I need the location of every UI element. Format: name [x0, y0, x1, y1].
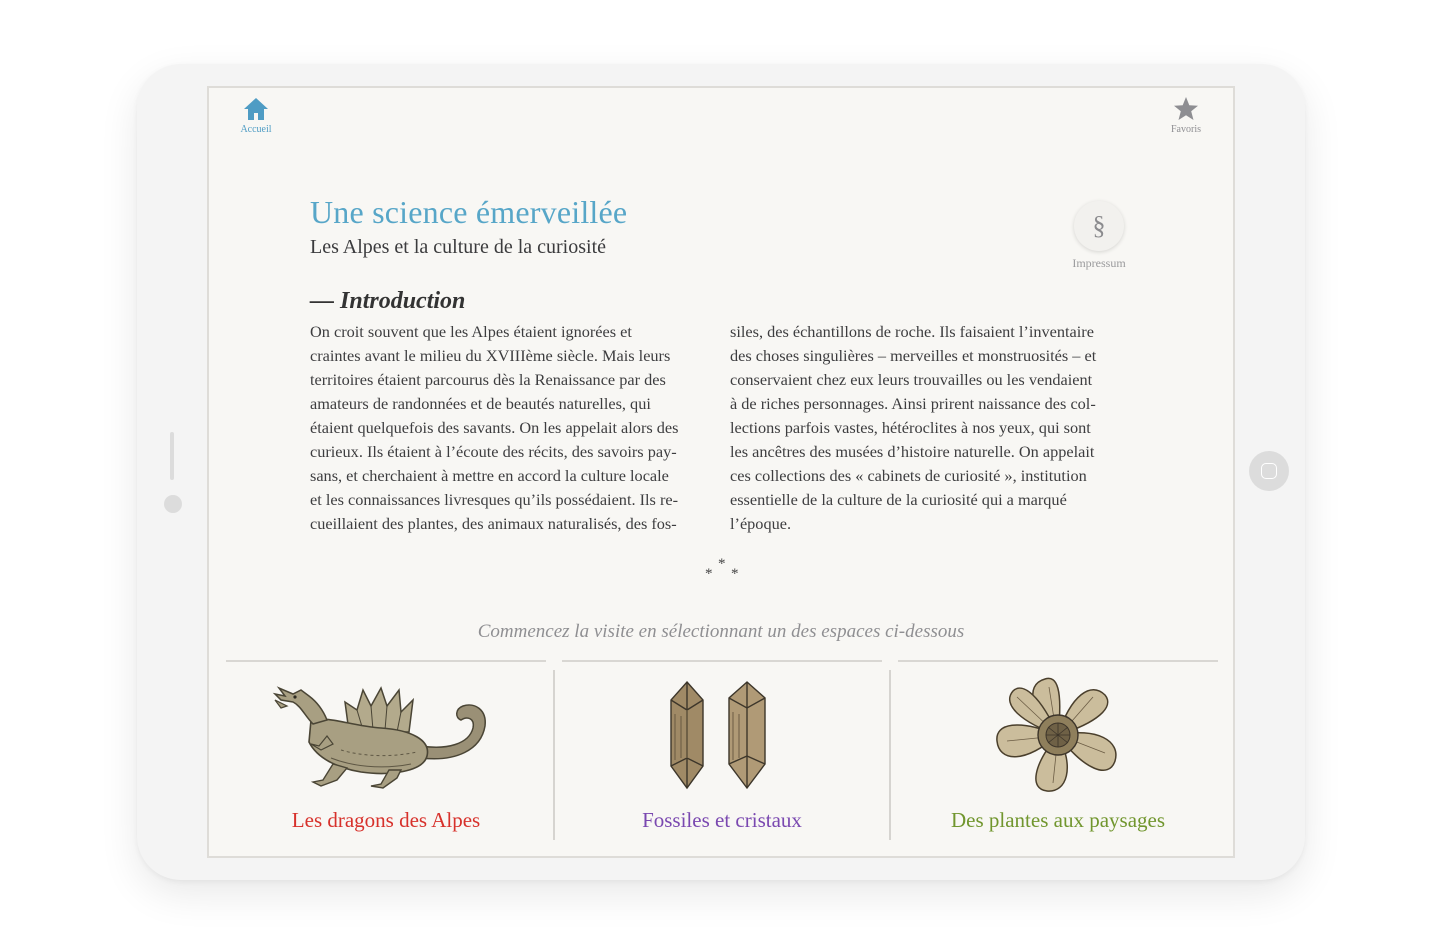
intro-line: des choses singulières – merveilles et m…	[730, 346, 1097, 365]
space-card-dragons[interactable]: Les dragons des Alpes	[222, 672, 550, 840]
intro-line: ces collections des « cabinets de curios…	[730, 466, 1087, 485]
intro-column-right: siles, des échantillons de roche. Ils fa…	[730, 320, 1136, 536]
home-icon	[244, 98, 268, 120]
tablet-side-indicator	[170, 432, 174, 480]
intro-line: siles, des échantillons de roche. Ils fa…	[730, 322, 1094, 341]
asterism-divider: * * *	[705, 556, 739, 582]
nav-favorites-label: Favoris	[1171, 124, 1201, 135]
space-card-plants[interactable]: Des plantes aux paysages	[894, 672, 1222, 840]
tablet-camera-dot	[164, 495, 182, 513]
impressum-button[interactable]: § Impressum	[1059, 201, 1139, 271]
space-label-crystals: Fossiles et cristaux	[642, 808, 802, 832]
space-card-crystals[interactable]: Fossiles et cristaux	[558, 672, 886, 840]
intro-line: cueillaient des plantes, des animaux nat…	[310, 514, 677, 533]
intro-line: amateurs de randonnées et de beautés nat…	[310, 394, 651, 413]
star-icon	[1174, 97, 1198, 120]
intro-line: l’époque.	[730, 514, 792, 533]
space-label-plants: Des plantes aux paysages	[950, 808, 1166, 832]
intro-heading: — Introduction	[310, 288, 466, 314]
flower-illustration	[996, 677, 1117, 792]
card-divider	[889, 670, 891, 840]
impressum-label: Impressum	[1072, 256, 1126, 270]
intro-line: sans, et cherchaient à mettre en accord …	[310, 466, 669, 485]
intro-line: lections parfois vastes, hétéroclites à …	[730, 418, 1091, 437]
intro-line: les ancêtres des musées d’histoire natur…	[730, 442, 1095, 461]
crystal-illustration	[670, 680, 766, 790]
intro-line: étaient quelquefois des savants. On les …	[310, 418, 679, 437]
app-screen: Accueil Favoris Une science émerveillée …	[207, 86, 1235, 858]
space-label-dragons: Les dragons des Alpes	[291, 808, 481, 832]
dragon-illustration	[272, 686, 486, 789]
page-title: Une science émerveillée	[310, 194, 628, 230]
intro-line: territoires étaient parcourus dès la Ren…	[310, 370, 666, 389]
card-top-rule	[226, 660, 546, 662]
intro-line: conservaient chez eux leurs trouvailles …	[730, 370, 1093, 389]
intro-line: craintes avant le milieu du XVIIIème siè…	[310, 346, 671, 365]
tablet-home-button[interactable]	[1249, 451, 1289, 491]
intro-line: et les connaissances livresques qu’ils p…	[310, 490, 679, 509]
intro-column-left: On croit souvent que les Alpes étaient i…	[310, 320, 716, 536]
intro-line: On croit souvent que les Alpes étaient i…	[310, 322, 632, 341]
intro-line: essentielle de la culture de la curiosit…	[730, 490, 1067, 509]
visit-prompt: Commencez la visite en sélectionnant un …	[477, 621, 965, 642]
card-divider	[553, 670, 555, 840]
page-subtitle: Les Alpes et la culture de la curiosité	[310, 236, 607, 258]
intro-line: curieux. Ils étaient à l’écoute des réci…	[310, 442, 677, 461]
card-top-rule	[562, 660, 882, 662]
section-sign-icon: §	[1074, 201, 1124, 251]
nav-home[interactable]: Accueil	[226, 96, 286, 135]
intro-line: à de riches personnages. Ainsi prirent n…	[730, 394, 1096, 413]
card-top-rule	[898, 660, 1218, 662]
nav-home-label: Accueil	[240, 124, 272, 135]
nav-favorites[interactable]: Favoris	[1156, 96, 1216, 135]
